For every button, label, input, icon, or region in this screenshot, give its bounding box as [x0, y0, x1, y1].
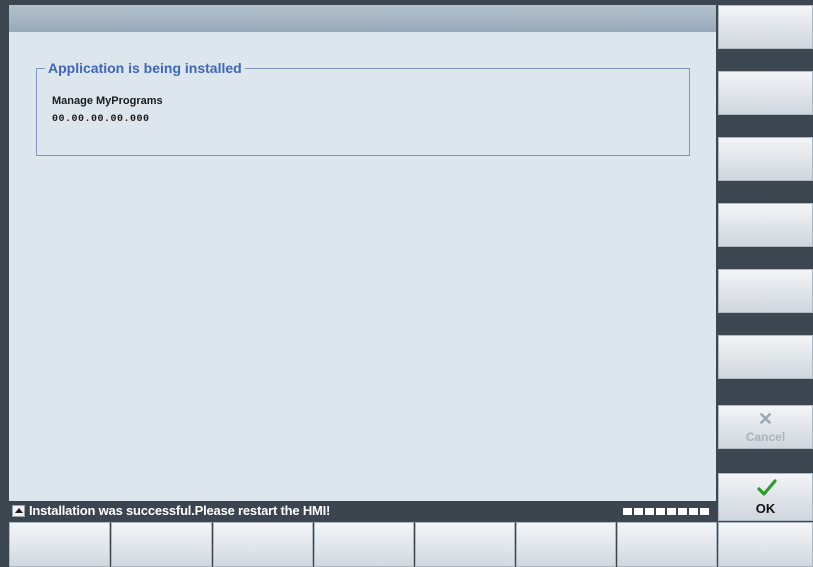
status-message: Installation was successful.Please resta… [29, 503, 331, 518]
status-progress-indicator [623, 508, 709, 515]
vertical-softkey-4[interactable] [718, 203, 813, 247]
horizontal-softkey-6[interactable] [516, 522, 616, 567]
installation-groupbox: Application is being installed Manage My… [36, 59, 690, 156]
cancel-softkey[interactable]: ✕ Cancel [718, 405, 813, 449]
groupbox-title: Application is being installed [45, 59, 245, 77]
title-bar [9, 5, 716, 32]
horizontal-softkey-4[interactable] [314, 522, 414, 567]
ok-softkey[interactable]: OK [718, 473, 813, 521]
progress-segment [689, 508, 698, 515]
horizontal-softkey-5[interactable] [415, 522, 515, 567]
horizontal-softkey-1[interactable] [9, 522, 110, 567]
vertical-softkey-3[interactable] [718, 137, 813, 181]
vertical-softkey-1[interactable] [718, 5, 813, 49]
application-name: Manage MyPrograms [52, 95, 163, 107]
vertical-softkey-2[interactable] [718, 71, 813, 115]
progress-segment [656, 508, 665, 515]
checkmark-icon [757, 479, 777, 496]
cancel-x-icon: ✕ [757, 409, 774, 429]
cancel-label: Cancel [745, 430, 786, 444]
horizontal-softkey-3[interactable] [213, 522, 313, 567]
vertical-softkey-6[interactable] [718, 335, 813, 379]
progress-segment [634, 508, 643, 515]
expand-up-arrow-icon[interactable] [12, 505, 25, 517]
progress-segment [623, 508, 632, 515]
horizontal-softkey-2[interactable] [111, 522, 212, 567]
ok-label: OK [755, 501, 776, 516]
progress-segment [678, 508, 687, 515]
application-version: 00.00.00.00.000 [52, 114, 150, 125]
vertical-softkey-5[interactable] [718, 269, 813, 313]
progress-segment [645, 508, 654, 515]
main-content-area: Application is being installed Manage My… [9, 32, 716, 501]
horizontal-softkey-7[interactable] [617, 522, 717, 567]
progress-segment [667, 508, 676, 515]
horizontal-softkey-8[interactable] [718, 522, 813, 567]
progress-segment [700, 508, 709, 515]
status-bar: Installation was successful.Please resta… [9, 501, 716, 521]
